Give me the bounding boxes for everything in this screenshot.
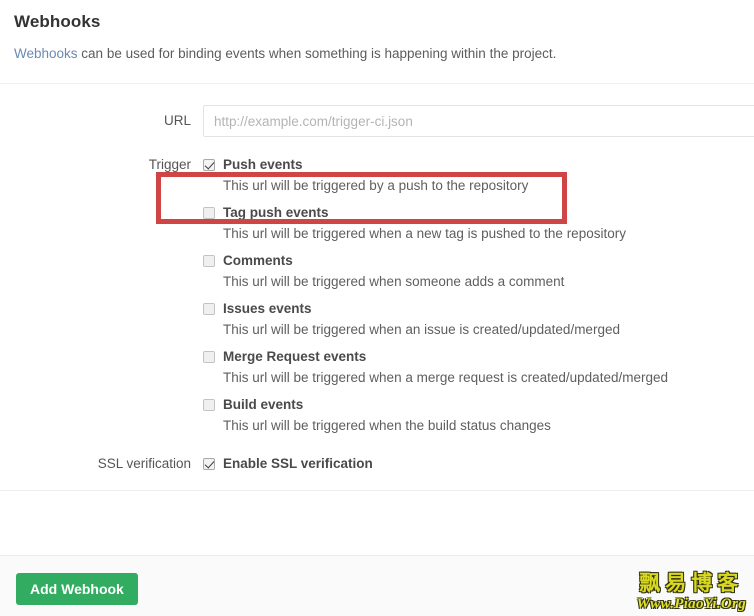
- build-events-description: This url will be triggered when the buil…: [223, 418, 551, 433]
- page-title: Webhooks: [14, 12, 101, 31]
- url-form-row: URL: [0, 91, 754, 149]
- trigger-form-row: Trigger Push events This url will be tri…: [0, 149, 754, 444]
- trigger-option-merge-request-events-line[interactable]: Merge Request events: [203, 348, 754, 365]
- url-control: [203, 105, 754, 137]
- push-events-checkbox[interactable]: [203, 158, 215, 171]
- trigger-option-tag-push-events-line[interactable]: Tag push events: [203, 204, 754, 221]
- tag-push-events-checkbox[interactable]: [203, 206, 215, 219]
- merge-request-events-label[interactable]: Merge Request events: [223, 348, 366, 365]
- page-description: Webhooks can be used for binding events …: [14, 45, 754, 63]
- trigger-option-comments-line[interactable]: Comments: [203, 252, 754, 269]
- trigger-option-push-events-line[interactable]: Push events: [203, 156, 754, 173]
- watermark-chinese-text: 飘易博客: [639, 571, 744, 595]
- page-header: Webhooks Webhooks can be used for bindin…: [0, 0, 754, 63]
- merge-request-events-checkbox[interactable]: [203, 350, 215, 363]
- trigger-option-issues-events: Issues events This url will be triggered…: [203, 300, 754, 339]
- tag-push-events-label[interactable]: Tag push events: [223, 204, 329, 221]
- webhooks-doc-link[interactable]: Webhooks: [14, 46, 78, 61]
- build-events-checkbox[interactable]: [203, 398, 215, 411]
- comments-label[interactable]: Comments: [223, 252, 293, 269]
- ssl-control: Enable SSL verification: [203, 455, 754, 472]
- webhooks-settings-page: Webhooks Webhooks can be used for bindin…: [0, 0, 754, 616]
- trigger-label: Trigger: [148, 157, 191, 172]
- push-events-description: This url will be triggered by a push to …: [223, 178, 529, 193]
- issues-events-description: This url will be triggered when an issue…: [223, 322, 620, 337]
- build-events-label[interactable]: Build events: [223, 396, 303, 413]
- url-label: URL: [163, 113, 191, 128]
- add-webhook-button[interactable]: Add Webhook: [16, 573, 138, 605]
- tag-push-events-description: This url will be triggered when a new ta…: [223, 226, 626, 241]
- ssl-checkbox-line[interactable]: Enable SSL verification: [203, 455, 754, 472]
- form-footer: Add Webhook 飘易博客 Www.PiaoYi.Org: [0, 555, 754, 616]
- enable-ssl-verification-checkbox[interactable]: [203, 457, 215, 470]
- site-watermark: 飘易博客 Www.PiaoYi.Org: [637, 573, 747, 612]
- comments-description: This url will be triggered when someone …: [223, 274, 565, 289]
- webhook-form: URL Trigger Push events This url will be…: [0, 84, 754, 491]
- trigger-option-build-events: Build events This url will be triggered …: [203, 396, 754, 435]
- issues-events-checkbox[interactable]: [203, 302, 215, 315]
- url-input[interactable]: [203, 105, 754, 137]
- trigger-option-push-events: Push events This url will be triggered b…: [203, 156, 754, 195]
- enable-ssl-verification-label[interactable]: Enable SSL verification: [223, 455, 373, 472]
- trigger-option-merge-request-events: Merge Request events This url will be tr…: [203, 348, 754, 387]
- trigger-option-comments: Comments This url will be triggered when…: [203, 252, 754, 291]
- trigger-options: Push events This url will be triggered b…: [203, 156, 754, 444]
- watermark-url-text: Www.PiaoYi.Org: [636, 596, 746, 612]
- ssl-verification-label: SSL verification: [97, 456, 191, 471]
- comments-checkbox[interactable]: [203, 254, 215, 267]
- trigger-option-tag-push-events: Tag push events This url will be trigger…: [203, 204, 754, 243]
- trigger-option-issues-events-line[interactable]: Issues events: [203, 300, 754, 317]
- trigger-option-build-events-line[interactable]: Build events: [203, 396, 754, 413]
- page-description-text: can be used for binding events when some…: [77, 46, 557, 61]
- issues-events-label[interactable]: Issues events: [223, 300, 312, 317]
- form-bottom-divider: [0, 490, 754, 491]
- push-events-label[interactable]: Push events: [223, 156, 303, 173]
- merge-request-events-description: This url will be triggered when a merge …: [223, 370, 668, 385]
- ssl-form-row: SSL verification Enable SSL verification: [0, 444, 754, 482]
